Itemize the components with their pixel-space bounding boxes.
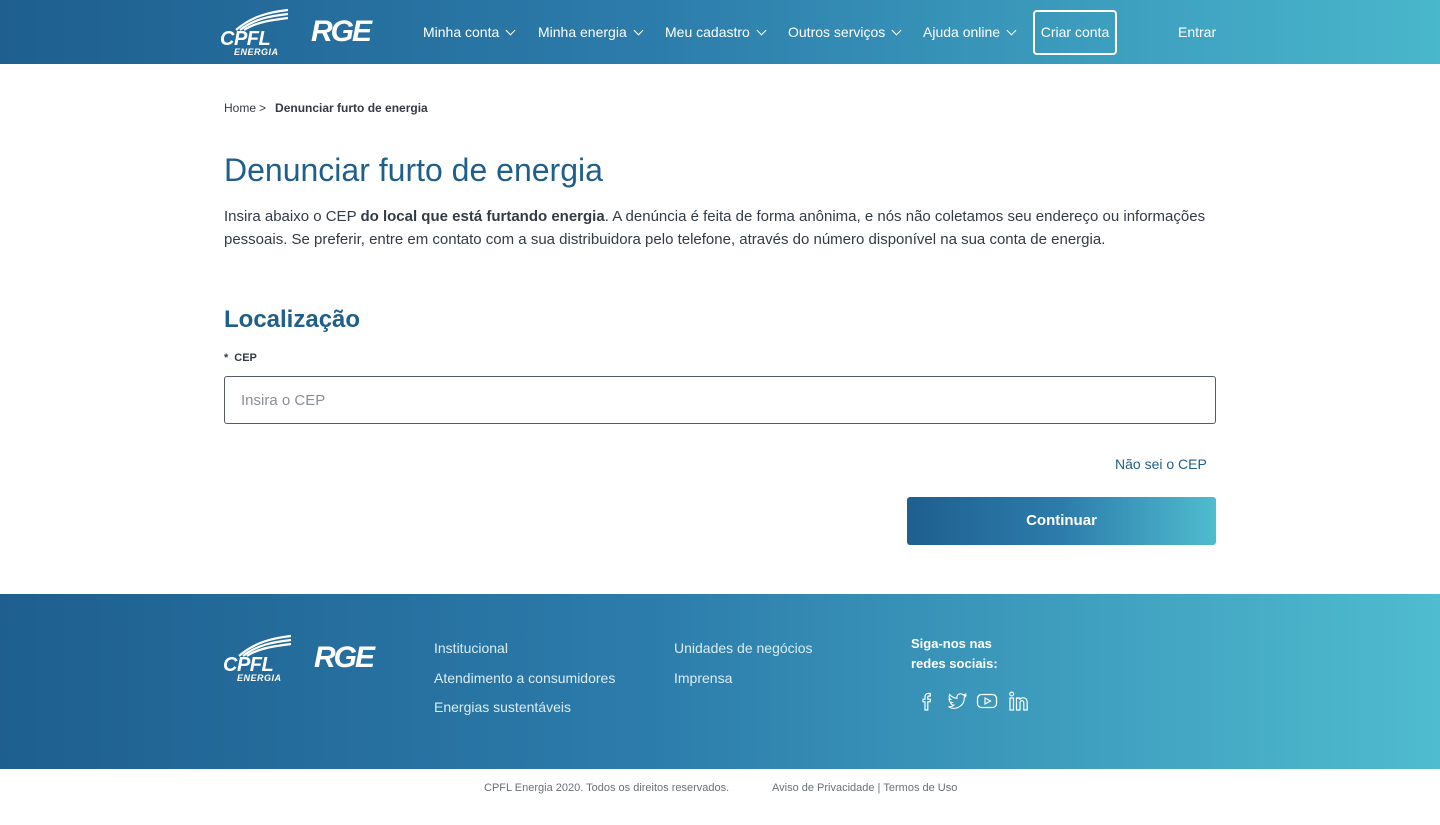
nav-label: Outros serviços <box>788 24 886 40</box>
intro-bold: do local que está furtando energia <box>360 208 605 225</box>
footer-rge-logo[interactable]: RGE <box>314 640 375 676</box>
twitter-icon[interactable] <box>946 690 968 712</box>
chevron-down-icon <box>505 25 516 36</box>
intro-start: Insira abaixo o CEP <box>224 208 361 225</box>
chevron-down-icon <box>756 25 767 36</box>
nav-label: Minha conta <box>423 24 500 40</box>
footer-link-institucional[interactable]: Institucional <box>434 639 508 657</box>
cpfl-logo-subtext: ENERGIA <box>237 673 282 683</box>
footer-link-unidades[interactable]: Unidades de negócios <box>674 639 813 657</box>
nav-label: Ajuda online <box>923 24 1001 40</box>
cep-label-text: CEP <box>234 352 257 364</box>
cep-input[interactable] <box>224 376 1216 424</box>
footer-link-atendimento[interactable]: Atendimento a consumidores <box>434 669 615 687</box>
legal-links: Aviso de Privacidade | Termos de Uso <box>772 781 957 795</box>
terms-link[interactable]: Termos de Uso <box>883 782 957 794</box>
breadcrumb-separator: > <box>259 101 267 115</box>
intro-text: Insira abaixo o CEP do local que está fu… <box>224 205 1216 251</box>
legal-separator: | <box>877 782 881 794</box>
linkedin-icon[interactable] <box>1008 690 1030 712</box>
footer-cpfl-logo[interactable]: CPFL ENERGIA <box>223 634 293 684</box>
nav-minha-energia[interactable]: Minha energia <box>538 22 644 42</box>
youtube-icon[interactable] <box>976 690 998 712</box>
bottom-bar <box>0 769 1440 825</box>
footer-link-energias[interactable]: Energias sustentáveis <box>434 698 571 716</box>
breadcrumb-home[interactable]: Home <box>224 101 256 115</box>
entrar-link[interactable]: Entrar <box>1178 22 1216 42</box>
required-marker: * <box>224 352 229 364</box>
criar-conta-button[interactable]: Criar conta <box>1033 10 1117 55</box>
chevron-down-icon <box>633 25 644 36</box>
privacy-link[interactable]: Aviso de Privacidade <box>772 782 875 794</box>
site-header: CPFL ENERGIA RGE Minha conta Minha energ… <box>0 0 1440 64</box>
breadcrumb: Home > Denunciar furto de energia <box>224 100 428 116</box>
chevron-down-icon <box>1006 25 1017 36</box>
section-title-localizacao: Localização <box>224 306 361 333</box>
footer-link-imprensa[interactable]: Imprensa <box>674 669 732 687</box>
nao-sei-cep-link[interactable]: Não sei o CEP <box>1115 455 1207 473</box>
rge-logo[interactable]: RGE <box>311 14 372 50</box>
site-footer: CPFL ENERGIA RGE Institucional Atendimen… <box>0 594 1440 769</box>
chevron-down-icon <box>891 25 902 36</box>
cpfl-logo-subtext: ENERGIA <box>234 47 279 57</box>
nav-meu-cadastro[interactable]: Meu cadastro <box>665 22 767 42</box>
continuar-button[interactable]: Continuar <box>907 497 1216 545</box>
nav-outros-servicos[interactable]: Outros serviços <box>788 22 902 42</box>
nav-ajuda-online[interactable]: Ajuda online <box>923 22 1017 42</box>
social-title: Siga-nos nas redes sociais: <box>911 636 998 671</box>
page-title: Denunciar furto de energia <box>224 152 603 188</box>
cep-label: * CEP <box>224 351 257 365</box>
nav-label: Minha energia <box>538 24 627 40</box>
breadcrumb-current: Denunciar furto de energia <box>275 101 428 115</box>
nav-label: Meu cadastro <box>665 24 750 40</box>
cpfl-logo[interactable]: CPFL ENERGIA <box>220 8 290 58</box>
copyright-text: CPFL Energia 2020. Todos os direitos res… <box>484 782 730 794</box>
nav-minha-conta[interactable]: Minha conta <box>423 22 516 42</box>
facebook-icon[interactable] <box>917 690 939 712</box>
